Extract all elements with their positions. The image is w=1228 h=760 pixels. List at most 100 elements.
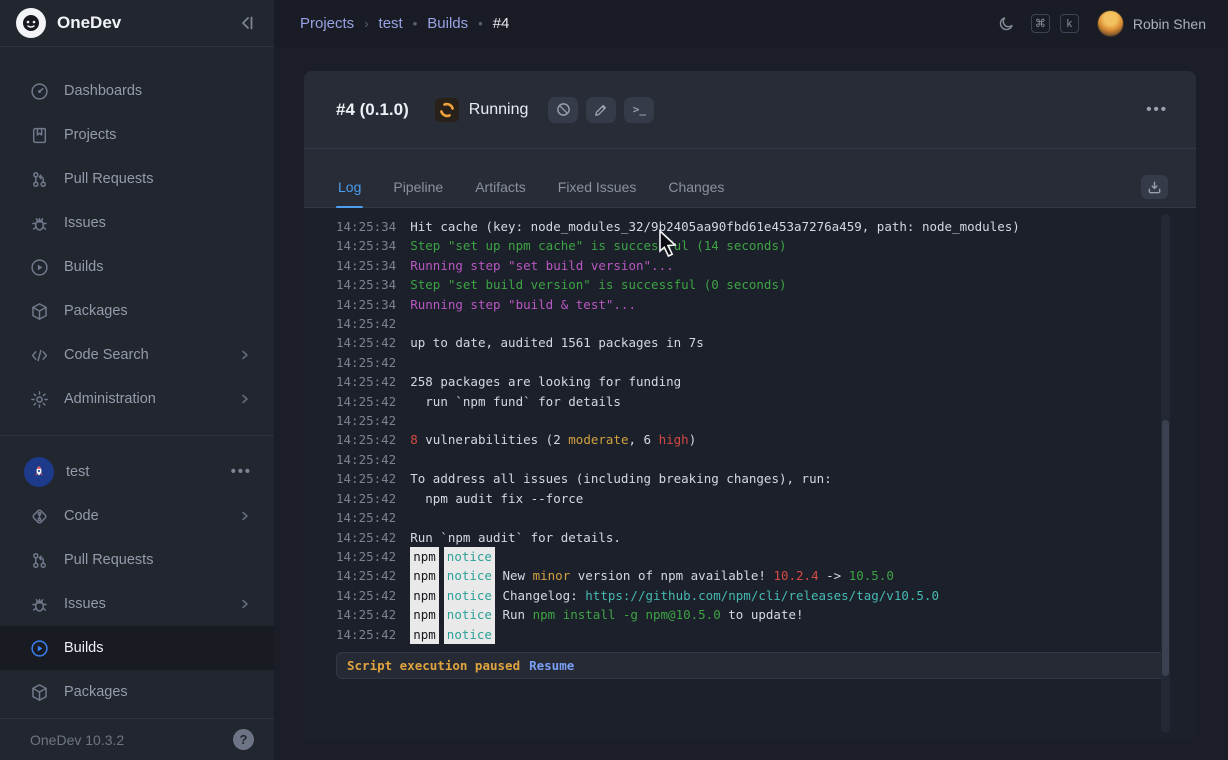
log-viewport: 14:25:34Hit cache (key: node_modules_32/…: [304, 208, 1196, 739]
log-timestamp: 14:25:42: [336, 353, 396, 372]
log-scrollbar-thumb[interactable]: [1162, 420, 1169, 676]
log-segment: npm audit fix --force: [410, 489, 583, 508]
package-icon: [30, 302, 49, 321]
log-timestamp: 14:25:42: [336, 372, 396, 391]
breadcrumb-builds[interactable]: Builds: [427, 15, 468, 32]
web-terminal-button[interactable]: >_: [624, 97, 654, 123]
sidebar-item-code-search[interactable]: Code Search: [0, 333, 274, 377]
user-menu[interactable]: Robin Shen: [1097, 10, 1206, 37]
log-timestamp: 14:25:34: [336, 275, 396, 294]
log-timestamp: 14:25:42: [336, 586, 396, 605]
topbar-right: ⌘ k Robin Shen: [998, 10, 1206, 37]
sidebar-item-projects[interactable]: Projects: [0, 113, 274, 157]
sidebar-project-item-builds[interactable]: Builds: [0, 626, 274, 670]
tab-artifacts[interactable]: Artifacts: [473, 179, 528, 207]
bug-icon: [30, 595, 49, 614]
sidebar-item-issues[interactable]: Issues: [0, 201, 274, 245]
tab-bar: Log Pipeline Artifacts Fixed Issues Changes: [304, 149, 1196, 208]
log-segment: ->: [819, 566, 849, 585]
log-segment: npm: [410, 566, 439, 585]
log-link[interactable]: https://github.com/npm/cli/releases/tag/…: [585, 586, 939, 605]
log-line: 14:25:42npmnotice New minor version of n…: [336, 566, 1182, 585]
log-segment: Step "set up npm cache" is successful (1…: [410, 236, 786, 255]
sidebar-divider: [0, 435, 274, 436]
log-timestamp: 14:25:42: [336, 566, 396, 585]
log-line: 14:25:34Hit cache (key: node_modules_32/…: [336, 217, 1182, 236]
user-name: Robin Shen: [1133, 16, 1206, 32]
help-icon[interactable]: ?: [233, 729, 254, 750]
sidebar-item-builds[interactable]: Builds: [0, 245, 274, 289]
topbar: Projects›test•Builds•#4 ⌘ k Robin Shen: [274, 0, 1228, 47]
chevron-right-icon: [238, 392, 252, 406]
log-segment: high: [659, 430, 689, 449]
log-line: 14:25:42npmnotice Changelog: https://git…: [336, 586, 1182, 605]
log-segment: npm install -g npm@10.5.0: [533, 605, 721, 624]
log-timestamp: 14:25:34: [336, 295, 396, 314]
log-line: 14:25:42npmnotice: [336, 625, 1182, 644]
tab-pipeline[interactable]: Pipeline: [391, 179, 445, 207]
log-line: 14:25:34Step "set up npm cache" is succe…: [336, 236, 1182, 255]
log-segment: Step "set build version" is successful (…: [410, 275, 786, 294]
sidebar-project-item-pull-requests[interactable]: Pull Requests: [0, 538, 274, 582]
log-segment: npm: [410, 547, 439, 566]
build-card-header: #4 (0.1.0) Running >_: [304, 71, 1196, 149]
play-circle-icon: [30, 258, 49, 277]
sidebar-project-item-packages[interactable]: Packages: [0, 670, 274, 714]
sidebar-project-row[interactable]: test •••: [0, 450, 274, 494]
chevron-right-icon: [238, 597, 252, 611]
main-area: Projects›test•Builds•#4 ⌘ k Robin Shen #…: [274, 0, 1228, 760]
cancel-build-button[interactable]: [548, 97, 578, 123]
k-key-badge: k: [1060, 14, 1079, 33]
log-line: 14:25:42up to date, audited 1561 package…: [336, 333, 1182, 352]
download-log-button[interactable]: [1141, 175, 1168, 199]
log-timestamp: 14:25:42: [336, 430, 396, 449]
sidebar-item-dashboards[interactable]: Dashboards: [0, 69, 274, 113]
tab-log[interactable]: Log: [336, 179, 363, 207]
sidebar-collapse-icon[interactable]: [238, 14, 256, 32]
log-timestamp: 14:25:42: [336, 314, 396, 333]
log-timestamp: 14:25:42: [336, 469, 396, 488]
build-card: #4 (0.1.0) Running >_: [304, 71, 1196, 739]
dark-mode-moon-icon[interactable]: [998, 15, 1015, 32]
breadcrumb-projects[interactable]: Projects: [300, 15, 354, 32]
log-timestamp: 14:25:42: [336, 333, 396, 352]
sidebar-item-pull-requests[interactable]: Pull Requests: [0, 157, 274, 201]
log-line: 14:25:42: [336, 450, 1182, 469]
log-segment: To address all issues (including breakin…: [410, 469, 831, 488]
pull-request-icon: [30, 551, 49, 570]
resume-link[interactable]: Resume: [529, 658, 574, 673]
more-options-icon[interactable]: •••: [1146, 101, 1168, 118]
log-segment: notice: [444, 566, 495, 585]
tab-changes[interactable]: Changes: [666, 179, 726, 207]
sidebar-header: OneDev: [0, 0, 274, 47]
breadcrumb-test[interactable]: test: [379, 15, 403, 32]
sidebar-item-packages[interactable]: Packages: [0, 289, 274, 333]
log-segment: notice: [444, 586, 495, 605]
log-line: 14:25:42: [336, 411, 1182, 430]
log-line: 14:25:42npmnotice Run npm install -g npm…: [336, 605, 1182, 624]
log-segment: to update!: [721, 605, 804, 624]
log-line: 14:25:42 npm audit fix --force: [336, 489, 1182, 508]
log-segment: minor: [533, 566, 571, 585]
sidebar-item-administration[interactable]: Administration: [0, 377, 274, 421]
tab-fixed-issues[interactable]: Fixed Issues: [556, 179, 639, 207]
build-actions: >_: [548, 97, 654, 123]
chevron-right-icon: [238, 348, 252, 362]
log-line: 14:25:42: [336, 353, 1182, 372]
sidebar-item-label: Builds: [64, 259, 252, 275]
book-icon: [30, 126, 49, 145]
sidebar-project-item-issues[interactable]: Issues: [0, 582, 274, 626]
sidebar-item-label: Packages: [64, 684, 252, 700]
log-timestamp: 14:25:42: [336, 547, 396, 566]
build-status: Running: [435, 98, 529, 122]
build-status-label: Running: [469, 101, 529, 119]
paused-banner: Script execution pausedResume: [336, 652, 1168, 679]
version-label: OneDev 10.3.2: [30, 732, 233, 748]
sidebar-footer: OneDev 10.3.2 ?: [0, 718, 274, 760]
project-more-icon[interactable]: •••: [231, 464, 252, 480]
edit-build-button[interactable]: [586, 97, 616, 123]
log-timestamp: 14:25:42: [336, 605, 396, 624]
log-timestamp: 14:25:34: [336, 217, 396, 236]
sidebar-project-item-code[interactable]: Code: [0, 494, 274, 538]
onedev-logo-icon[interactable]: [16, 8, 46, 38]
